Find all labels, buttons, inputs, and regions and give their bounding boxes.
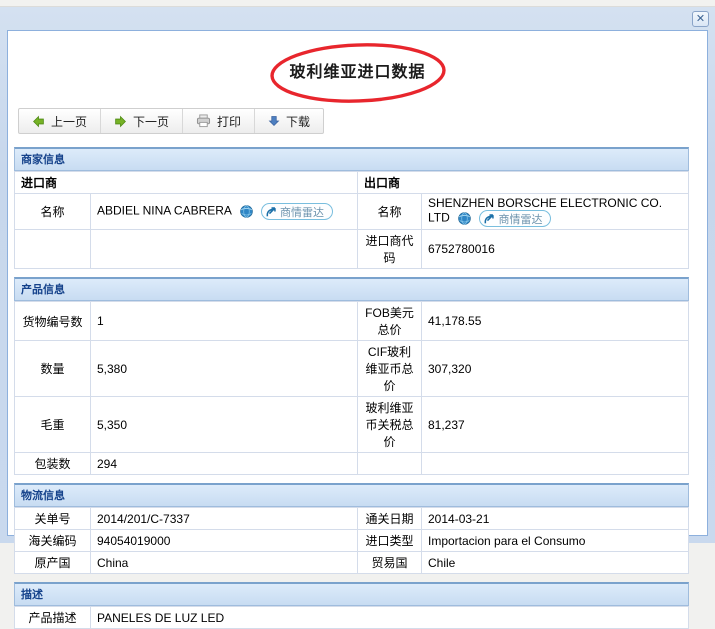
table-row: 进口商代码 6752780016 xyxy=(14,229,689,269)
logistics-table: 关单号 2014/201/C-7337 通关日期 2014-03-21 海关编码… xyxy=(14,507,689,574)
page-title: 玻利维亚进口数据 xyxy=(289,64,426,81)
close-icon: ✕ xyxy=(695,13,706,25)
field-value: 94054019000 xyxy=(90,529,358,552)
import-data-dialog: ✕ 玻利维亚进口数据 上一页 下一页 打印 下载 商家信息 进口商 出口商 名称… xyxy=(0,7,715,629)
field-label: 通关日期 xyxy=(357,507,422,530)
field-value: 1 xyxy=(90,301,358,341)
field-value: 81,237 xyxy=(421,396,689,453)
next-page-label: 下一页 xyxy=(133,114,170,129)
empty-cell xyxy=(90,229,358,269)
table-row: 毛重 5,350 玻利维亚币关税总价 81,237 xyxy=(14,396,689,453)
background-strip xyxy=(0,0,715,7)
field-value: 294 xyxy=(90,452,358,475)
globe-icon[interactable] xyxy=(458,212,471,225)
field-value: 307,320 xyxy=(421,340,689,397)
product-info-section: 产品信息 货物编号数 1 FOB美元总价 41,178.55 数量 5,380 … xyxy=(14,277,689,475)
print-button[interactable]: 打印 xyxy=(183,109,256,133)
arrow-down-icon xyxy=(268,116,280,127)
printer-icon xyxy=(196,114,211,128)
field-value: 41,178.55 xyxy=(421,301,689,341)
field-value: Importacion para el Consumo xyxy=(421,529,689,552)
prev-page-button[interactable]: 上一页 xyxy=(19,109,102,133)
importer-code-value: 6752780016 xyxy=(421,229,689,269)
table-row: 原产国 China 贸易国 Chile xyxy=(14,551,689,574)
field-value xyxy=(421,452,689,475)
next-page-button[interactable]: 下一页 xyxy=(101,109,184,133)
description-section: 描述 产品描述 PANELES DE LUZ LED xyxy=(14,582,689,629)
field-value: China xyxy=(90,551,358,574)
product-description-label: 产品描述 xyxy=(14,606,91,629)
download-label: 下载 xyxy=(286,114,311,129)
field-label: 数量 xyxy=(14,340,91,397)
product-description-value: PANELES DE LUZ LED xyxy=(90,606,689,629)
radar-badge-label: 商情雷达 xyxy=(279,206,324,219)
table-row: 产品描述 PANELES DE LUZ LED xyxy=(14,606,689,629)
field-label: CIF玻利维亚币总价 xyxy=(357,340,422,397)
close-button[interactable]: ✕ xyxy=(692,11,709,27)
toolbar: 上一页 下一页 打印 下载 xyxy=(18,108,325,134)
prev-page-label: 上一页 xyxy=(51,114,88,129)
exporter-group-header: 出口商 xyxy=(357,171,689,194)
shangqing-radar-badge[interactable]: 商情雷达 xyxy=(479,210,552,227)
importer-name-cell: ABDIEL NINA CABRERA 商情雷达 xyxy=(90,193,358,230)
importer-name-label: 名称 xyxy=(14,193,91,230)
logistics-info-section: 物流信息 关单号 2014/201/C-7337 通关日期 2014-03-21… xyxy=(14,483,689,574)
table-row: 关单号 2014/201/C-7337 通关日期 2014-03-21 xyxy=(14,507,689,530)
field-value: Chile xyxy=(421,551,689,574)
field-label: 进口类型 xyxy=(357,529,422,552)
field-value: 2014/201/C-7337 xyxy=(90,507,358,530)
merchant-info-section: 商家信息 进口商 出口商 名称 ABDIEL NINA CABRERA 商情雷达… xyxy=(14,147,689,269)
logistics-section-header: 物流信息 xyxy=(14,483,689,507)
empty-cell xyxy=(14,229,91,269)
field-value: 5,380 xyxy=(90,340,358,397)
field-label: 海关编码 xyxy=(14,529,91,552)
exporter-name-label: 名称 xyxy=(357,193,422,230)
importer-code-label: 进口商代码 xyxy=(357,229,422,269)
exporter-name-cell: SHENZHEN BORSCHE ELECTRONIC CO. LTD 商情雷达 xyxy=(421,193,689,230)
radar-badge-label: 商情雷达 xyxy=(498,213,543,226)
description-section-header: 描述 xyxy=(14,582,689,606)
table-row: 货物编号数 1 FOB美元总价 41,178.55 xyxy=(14,301,689,341)
field-label: 货物编号数 xyxy=(14,301,91,341)
table-row: 包装数 294 xyxy=(14,452,689,475)
table-row: 海关编码 94054019000 进口类型 Importacion para e… xyxy=(14,529,689,552)
importer-group-header: 进口商 xyxy=(14,171,358,194)
field-label: FOB美元总价 xyxy=(357,301,422,341)
field-label xyxy=(357,452,422,475)
globe-icon[interactable] xyxy=(239,205,253,218)
field-label: 包装数 xyxy=(14,452,91,475)
download-button[interactable]: 下载 xyxy=(255,109,323,133)
arrow-left-icon xyxy=(33,115,44,127)
table-row: 进口商 出口商 xyxy=(14,171,689,194)
print-label: 打印 xyxy=(217,114,242,129)
importer-name: ABDIEL NINA CABRERA xyxy=(97,203,232,218)
product-table: 货物编号数 1 FOB美元总价 41,178.55 数量 5,380 CIF玻利… xyxy=(14,301,689,475)
shangqing-radar-badge[interactable]: 商情雷达 xyxy=(260,203,333,220)
field-label: 关单号 xyxy=(14,507,91,530)
field-value: 2014-03-21 xyxy=(421,507,689,530)
merchant-table: 进口商 出口商 名称 ABDIEL NINA CABRERA 商情雷达 名称 S… xyxy=(14,171,689,269)
field-label: 玻利维亚币关税总价 xyxy=(357,396,422,453)
dialog-content-panel: 玻利维亚进口数据 上一页 下一页 打印 下载 商家信息 进口商 出口商 名称 A… xyxy=(7,30,708,629)
field-label: 原产国 xyxy=(14,551,91,574)
table-row: 数量 5,380 CIF玻利维亚币总价 307,320 xyxy=(14,340,689,397)
merchant-section-header: 商家信息 xyxy=(14,147,689,171)
title-area: 玻利维亚进口数据 xyxy=(8,43,707,103)
arrow-right-icon xyxy=(115,115,126,127)
description-table: 产品描述 PANELES DE LUZ LED xyxy=(14,606,689,629)
radar-icon xyxy=(266,207,276,217)
field-value: 5,350 xyxy=(90,396,358,453)
dialog-titlebar: ✕ xyxy=(0,7,715,30)
product-section-header: 产品信息 xyxy=(14,277,689,301)
field-label: 贸易国 xyxy=(357,551,422,574)
table-row: 名称 ABDIEL NINA CABRERA 商情雷达 名称 SHENZHEN … xyxy=(14,193,689,230)
field-label: 毛重 xyxy=(14,396,91,453)
radar-icon xyxy=(485,214,495,224)
